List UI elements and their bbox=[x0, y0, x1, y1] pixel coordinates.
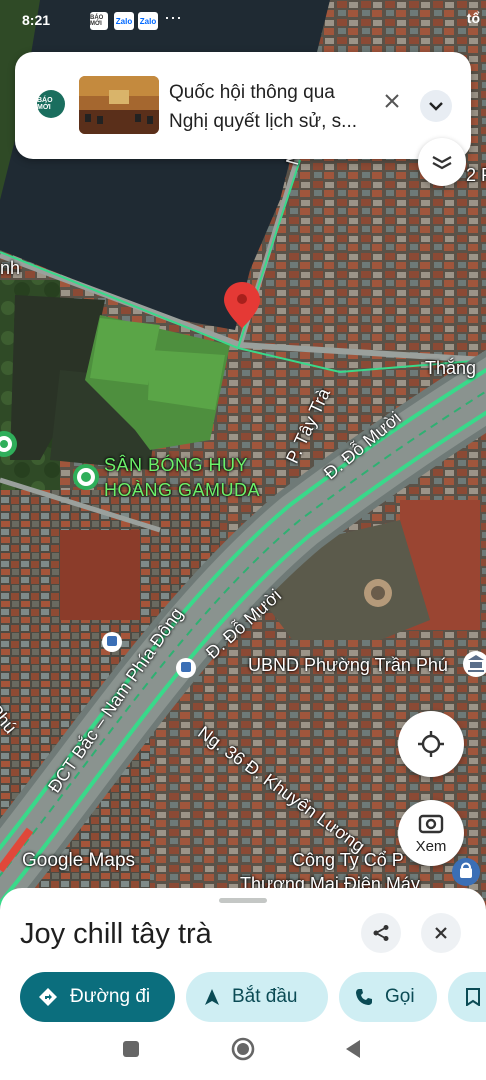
notification-line1: Quốc hội thông qua bbox=[169, 82, 335, 103]
status-bar: 8:21 BÁO MỚI Zalo Zalo ⋯ tổ bbox=[0, 0, 486, 44]
bus-stop-icon[interactable] bbox=[102, 632, 122, 652]
place-label-cong-ty[interactable]: Công Ty Cổ P bbox=[292, 850, 404, 871]
drag-handle[interactable] bbox=[219, 898, 267, 903]
place-label-ubnd[interactable]: UBND Phường Trần Phú bbox=[248, 655, 448, 676]
chevron-down-icon[interactable] bbox=[420, 90, 452, 122]
call-button[interactable]: Gọi bbox=[339, 972, 437, 1022]
home-icon[interactable] bbox=[230, 1036, 256, 1062]
back-icon[interactable] bbox=[344, 1039, 362, 1059]
notification-card[interactable]: BÁO MỚI Quốc hội thông qua Nghị quyết lị… bbox=[15, 52, 471, 159]
street-view-button[interactable]: Xem bbox=[398, 800, 464, 866]
map-label-nh: nh bbox=[0, 258, 21, 278]
my-location-button[interactable] bbox=[398, 711, 464, 777]
place-title: Joy chill tây trà bbox=[20, 918, 212, 950]
recents-icon[interactable] bbox=[122, 1040, 140, 1058]
street-view-label: Xem bbox=[415, 837, 447, 855]
more-notifications-icon: ⋯ bbox=[164, 8, 182, 28]
news-thumbnail bbox=[79, 76, 159, 134]
poi-label-line1[interactable]: SÂN BÓNG HUY bbox=[104, 455, 248, 476]
notification-line2: Nghị quyết lịch sử, s... bbox=[169, 111, 358, 132]
system-nav-bar bbox=[0, 1030, 486, 1080]
directions-label: Đường đi bbox=[70, 986, 151, 1007]
start-button[interactable]: Bắt đầu bbox=[186, 972, 328, 1022]
status-right-text: tổ bbox=[466, 10, 480, 26]
baomoi-status-icon: BÁO MỚI bbox=[90, 12, 108, 30]
directions-button[interactable]: Đường đi bbox=[20, 972, 175, 1022]
close-icon bbox=[435, 927, 447, 939]
share-icon bbox=[373, 925, 389, 941]
zalo-status-icon: Zalo bbox=[138, 12, 158, 30]
camera-search-icon bbox=[418, 814, 444, 833]
start-label: Bắt đầu bbox=[232, 986, 298, 1007]
close-icon[interactable] bbox=[381, 92, 403, 114]
poi-pin-icon[interactable] bbox=[73, 464, 99, 490]
close-sheet-button[interactable] bbox=[421, 913, 461, 953]
share-button[interactable] bbox=[361, 913, 401, 953]
bus-stop-icon[interactable] bbox=[176, 658, 196, 678]
layers-icon bbox=[432, 156, 452, 170]
phone-icon bbox=[355, 988, 373, 1006]
zalo-status-icon: Zalo bbox=[114, 12, 134, 30]
status-time: 8:21 bbox=[22, 12, 51, 28]
directions-icon bbox=[38, 987, 58, 1007]
map-label-thang: Thắng bbox=[425, 358, 477, 378]
poi-label-line2[interactable]: HOÀNG GAMUDA bbox=[104, 480, 260, 501]
layers-button[interactable] bbox=[418, 138, 466, 186]
call-label: Gọi bbox=[385, 986, 415, 1007]
crosshair-icon bbox=[418, 731, 444, 757]
map-label-2p: 2 P bbox=[466, 165, 486, 185]
navigation-arrow-icon bbox=[204, 988, 220, 1006]
google-maps-watermark: Google Maps bbox=[22, 850, 136, 871]
bookmark-icon bbox=[466, 988, 480, 1006]
baomoi-app-icon: BÁO MỚI bbox=[37, 90, 65, 118]
shopping-icon[interactable] bbox=[452, 858, 480, 886]
save-button[interactable] bbox=[448, 972, 486, 1022]
